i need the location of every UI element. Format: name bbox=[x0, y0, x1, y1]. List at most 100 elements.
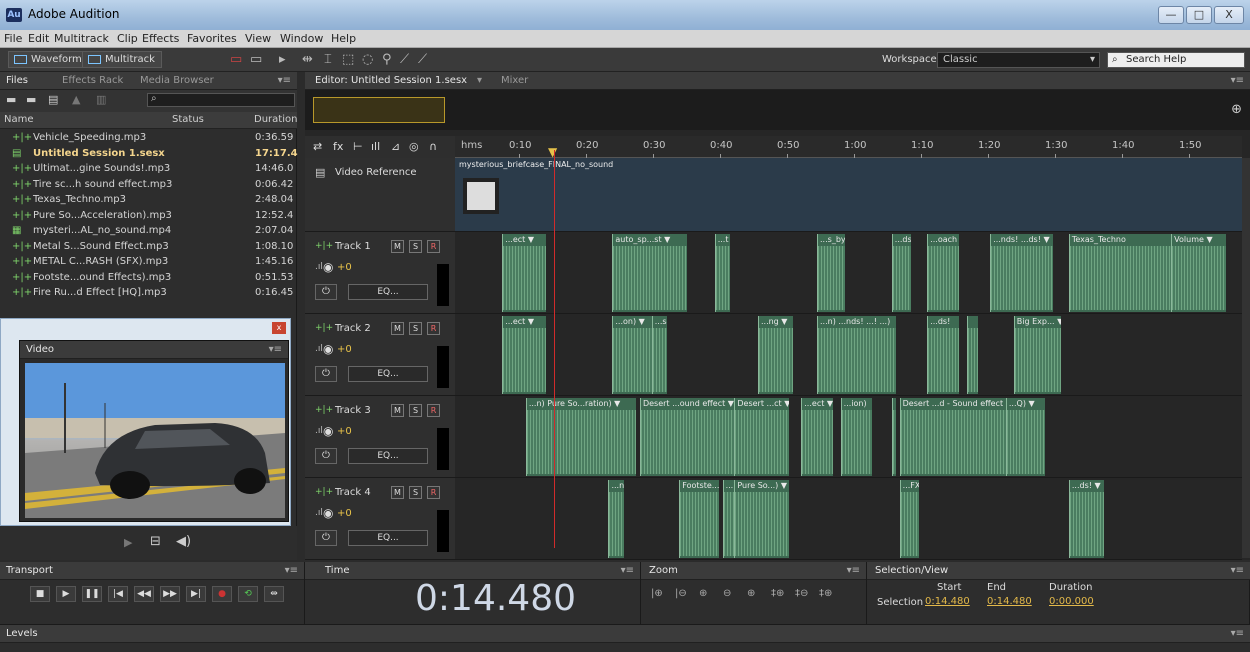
tab-transport[interactable]: Transport bbox=[6, 565, 53, 576]
multitrack-view-button[interactable]: Multitrack bbox=[82, 51, 162, 68]
insert-icon[interactable]: ▲ bbox=[72, 93, 80, 106]
record-arm-button[interactable]: R bbox=[427, 404, 440, 417]
play-icon[interactable]: ▶ bbox=[124, 536, 132, 549]
audio-clip[interactable]: ...ds! ▼ bbox=[1068, 480, 1105, 558]
file-list-item[interactable]: ▤ Untitled Session 1.sesx 17:17.4 bbox=[0, 147, 298, 162]
spot-healing-icon[interactable]: ⟋ bbox=[418, 52, 427, 67]
record-arm-button[interactable]: R bbox=[427, 486, 440, 499]
audio-clip[interactable]: Desert ...ound effect ▼ bbox=[639, 398, 735, 476]
file-list-item[interactable]: +|+ Footste...ound Effects).mp3 0:51.53 bbox=[0, 271, 297, 286]
stop-button[interactable]: ■ bbox=[30, 586, 50, 602]
audio-clip[interactable]: ...se bbox=[651, 316, 668, 394]
file-list-item[interactable]: +|+ Vehicle_Speeding.mp3 0:36.59 bbox=[0, 131, 297, 146]
power-button[interactable]: ⏻ bbox=[315, 448, 337, 464]
speaker-icon[interactable]: ◀) bbox=[176, 534, 191, 549]
audio-clip[interactable]: ...ect ▼ bbox=[502, 234, 546, 312]
chevron-down-icon[interactable]: ▾ bbox=[477, 75, 482, 86]
panel-menu-icon[interactable]: ▾≡ bbox=[1231, 565, 1244, 576]
audio-clip[interactable]: Desert ...d - Sound effect ... ▼ bbox=[899, 398, 1010, 476]
session-overview[interactable]: ⊕ bbox=[305, 90, 1250, 130]
panel-menu-icon[interactable]: ▾≡ bbox=[285, 565, 298, 576]
power-button[interactable]: ⏻ bbox=[315, 284, 337, 300]
menu-clip[interactable]: Clip bbox=[117, 32, 138, 45]
move-tool-icon[interactable]: ▸ bbox=[279, 52, 286, 67]
tab-levels[interactable]: Levels bbox=[6, 628, 38, 639]
spectral-frequency-icon[interactable]: ▭ bbox=[230, 52, 242, 67]
panel-menu-icon[interactable]: ▾≡ bbox=[847, 565, 860, 576]
fit-icon[interactable]: ⊟ bbox=[150, 534, 161, 549]
audio-clip[interactable]: ...) bbox=[722, 480, 735, 558]
volume-knob[interactable]: ◉ bbox=[323, 260, 333, 274]
track-volume-value[interactable]: +0 bbox=[337, 426, 352, 437]
power-button[interactable]: ⏻ bbox=[315, 530, 337, 546]
skip-button[interactable]: ⇹ bbox=[264, 586, 284, 602]
zoom-out-amplitude-icon[interactable]: |⊖ bbox=[675, 588, 687, 599]
audio-clip[interactable]: Volume ▼ bbox=[1171, 234, 1227, 312]
close-button[interactable]: X bbox=[1214, 6, 1244, 24]
menu-edit[interactable]: Edit bbox=[28, 32, 49, 45]
file-list-item[interactable]: +|+ Texas_Techno.mp3 2:48.04 bbox=[0, 193, 297, 208]
audio-clip[interactable]: ...FX) bbox=[899, 480, 920, 558]
track-lane[interactable]: ...ect ▼ ...on) ▼ ...se ...ng ▼ ...n) ...nds… bbox=[455, 314, 1242, 396]
minimize-button[interactable]: — bbox=[1158, 6, 1184, 24]
track-name[interactable]: Track 3 bbox=[335, 405, 371, 416]
zoom-in-point-icon[interactable]: ‡⊕ bbox=[771, 588, 784, 599]
loop-button[interactable]: ⟲ bbox=[238, 586, 258, 602]
play-button[interactable]: ▶ bbox=[56, 586, 76, 602]
slip-tool-icon[interactable]: ⬚ bbox=[342, 52, 354, 67]
audio-clip[interactable]: ...ect ▼ bbox=[801, 398, 833, 476]
move-to-previous-button[interactable]: |◀ bbox=[108, 586, 128, 602]
zoom-out-full-icon[interactable]: ⊕ bbox=[747, 588, 755, 599]
column-duration[interactable]: Duration bbox=[254, 114, 297, 125]
import-icon[interactable]: ▬ bbox=[26, 93, 36, 106]
tab-video[interactable]: Video bbox=[26, 344, 54, 355]
file-list-item[interactable]: +|+ METAL C...RASH (SFX).mp3 1:45.16 bbox=[0, 255, 297, 270]
video-reference-lane[interactable]: mysterious_briefcase_FINAL_no_sound bbox=[455, 158, 1242, 232]
zoom-in-time-icon[interactable]: ⊕ bbox=[699, 588, 707, 599]
selection-duration-value[interactable]: 0:00.000 bbox=[1049, 596, 1094, 607]
tab-effects-rack[interactable]: Effects Rack bbox=[62, 75, 123, 86]
selection-start-value[interactable]: 0:14.480 bbox=[925, 596, 970, 607]
audio-clip[interactable]: ...t bbox=[714, 234, 731, 312]
pause-button[interactable]: ❚❚ bbox=[82, 586, 102, 602]
panel-menu-icon[interactable]: ▾≡ bbox=[1231, 75, 1244, 86]
eq-button[interactable]: EQ... bbox=[348, 448, 428, 464]
menu-view[interactable]: View bbox=[245, 32, 271, 45]
new-file-icon[interactable]: ▤ bbox=[48, 93, 58, 106]
close-icon[interactable]: x bbox=[272, 322, 286, 334]
tab-media-browser[interactable]: Media Browser bbox=[140, 75, 214, 86]
workspace-select[interactable]: Classic ▾ bbox=[937, 52, 1100, 68]
menu-file[interactable]: File bbox=[4, 32, 22, 45]
audio-clip[interactable]: ...ng ▼ bbox=[757, 316, 794, 394]
mute-button[interactable]: M bbox=[391, 404, 404, 417]
track-name[interactable]: Track 4 bbox=[335, 487, 371, 498]
mute-button[interactable]: M bbox=[391, 486, 404, 499]
audio-clip[interactable]: Desert ...ct ▼ bbox=[734, 398, 790, 476]
metronome-icon[interactable]: ⊿ bbox=[391, 140, 400, 153]
volume-knob[interactable]: ◉ bbox=[323, 424, 333, 438]
track-lane[interactable]: ...n) Footste......)Pure So...) ▼ ...FX)..… bbox=[455, 478, 1242, 560]
time-selection-icon[interactable]: ⇹ bbox=[302, 52, 313, 67]
mute-button[interactable]: M bbox=[391, 240, 404, 253]
panel-menu-icon[interactable]: ▾≡ bbox=[278, 75, 291, 86]
audio-clip[interactable] bbox=[891, 398, 896, 476]
effects-icon[interactable]: fx bbox=[333, 140, 343, 153]
tab-mixer[interactable]: Mixer bbox=[501, 75, 528, 86]
mute-button[interactable]: M bbox=[391, 322, 404, 335]
file-list-item[interactable]: ▦ mysteri...AL_no_sound.mp4 2:07.04 bbox=[0, 224, 297, 239]
track-volume-value[interactable]: +0 bbox=[337, 508, 352, 519]
audio-clip[interactable]: ...nds! ...ds! ▼ bbox=[990, 234, 1054, 312]
audio-clip[interactable]: ...oach bbox=[927, 234, 959, 312]
overview-viewport[interactable] bbox=[313, 97, 445, 123]
audio-clip[interactable]: ...n) Pure So...ration) ▼ bbox=[525, 398, 636, 476]
sends-icon[interactable]: ⊢ bbox=[353, 140, 363, 153]
move-to-next-button[interactable]: ▶| bbox=[186, 586, 206, 602]
audio-clip[interactable]: ...ds! bbox=[891, 234, 912, 312]
zoom-icon[interactable]: ⊕ bbox=[1231, 102, 1242, 117]
audio-clip[interactable]: ...ion) bbox=[840, 398, 873, 476]
lasso-tool-icon[interactable]: ⚲ bbox=[382, 52, 392, 67]
record-button[interactable]: ● bbox=[212, 586, 232, 602]
volume-knob[interactable]: ◉ bbox=[323, 506, 333, 520]
track-lane[interactable]: ...ect ▼ auto_sp...st ▼ ...t ...s_by ...ds!.… bbox=[455, 232, 1242, 314]
menu-favorites[interactable]: Favorites bbox=[187, 32, 237, 45]
